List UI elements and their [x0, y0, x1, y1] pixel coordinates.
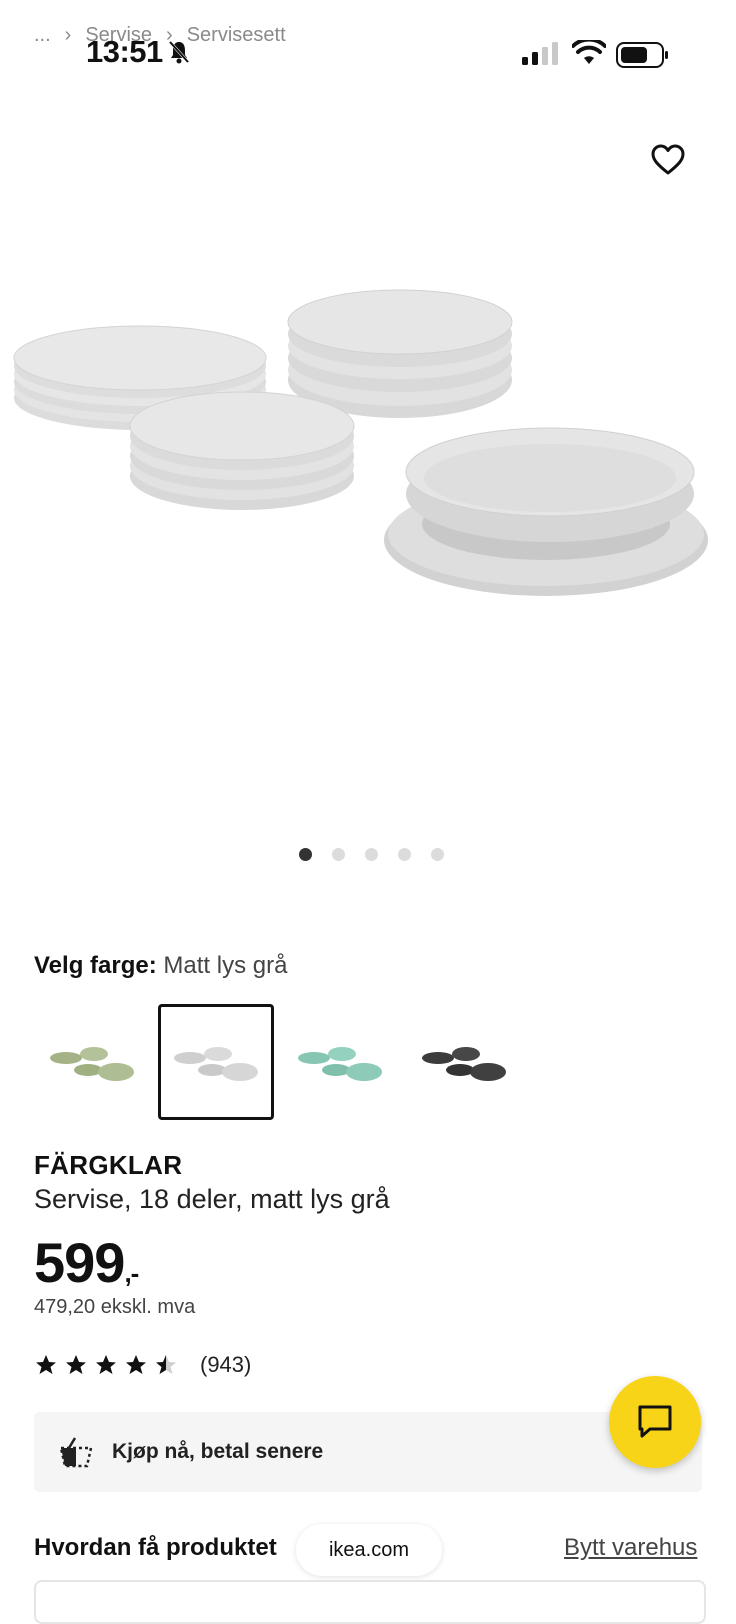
- bnpl-label: Kjøp nå, betal senere: [112, 1440, 324, 1463]
- carousel-dot[interactable]: [331, 848, 345, 861]
- heart-icon[interactable]: [650, 142, 686, 178]
- product-description: Servise, 18 deler, matt lys grå: [34, 1184, 390, 1214]
- status-time: 13:51: [86, 34, 163, 69]
- chevron-right-icon: ›: [64, 24, 72, 46]
- cellular-signal-icon: [522, 42, 558, 65]
- change-store-link[interactable]: Bytt varehus: [564, 1534, 697, 1562]
- battery-icon: [616, 42, 668, 68]
- star-icon: [66, 1355, 86, 1374]
- star-icon: [36, 1355, 56, 1374]
- breadcrumb-servisesett[interactable]: Servisesett: [187, 24, 286, 47]
- chat-icon: [638, 1405, 672, 1438]
- color-label: Velg farge:: [34, 952, 157, 979]
- fulfilment-options-box[interactable]: [34, 1580, 706, 1624]
- swatch-dark-grey[interactable]: [406, 1004, 522, 1120]
- swatch-turquoise[interactable]: [282, 1004, 398, 1120]
- swatch-turquoise-image: [298, 1047, 382, 1081]
- browser-url-bar[interactable]: ikea.com: [296, 1524, 442, 1576]
- price-amount: 599: [34, 1231, 125, 1294]
- price-suffix: ,-: [124, 1258, 139, 1288]
- color-swatches: [34, 1004, 530, 1120]
- half-star-icon: [156, 1355, 176, 1374]
- star-icon: [126, 1355, 146, 1374]
- plate-stack-middle: [129, 391, 355, 510]
- product-rating[interactable]: (943): [34, 1352, 251, 1378]
- wifi-icon: [572, 40, 606, 64]
- buy-now-pay-later-banner[interactable]: Kjøp nå, betal senere: [34, 1412, 702, 1492]
- carousel-dot[interactable]: [397, 848, 411, 861]
- chat-button[interactable]: [609, 1376, 701, 1468]
- carousel-dot[interactable]: [364, 848, 378, 861]
- swatch-light-grey[interactable]: [158, 1004, 274, 1120]
- price-ex-vat: 479,20 ekskl. mva: [34, 1296, 196, 1318]
- bowl-stack-back: [287, 289, 513, 418]
- carousel-dot[interactable]: [298, 848, 312, 861]
- basket-icon: [59, 1437, 93, 1468]
- bell-muted-icon: [168, 40, 190, 64]
- rating-count: (943): [200, 1352, 252, 1377]
- carousel-dot[interactable]: [430, 848, 444, 861]
- swatch-green[interactable]: [34, 1004, 150, 1120]
- color-value: Matt lys grå: [163, 952, 288, 979]
- product-image[interactable]: [0, 280, 736, 750]
- fulfilment-title: Hvordan få produktet: [34, 1534, 277, 1561]
- breadcrumb-ellipsis[interactable]: ...: [34, 24, 51, 47]
- product-name: FÄRGKLAR: [34, 1150, 183, 1180]
- color-selector-label: Velg farge: Matt lys grå: [34, 952, 287, 980]
- product-price: 599,-: [34, 1230, 139, 1295]
- plate-and-bowl-right: [384, 427, 708, 596]
- swatch-dark-grey-image: [422, 1047, 506, 1081]
- swatch-green-image: [50, 1047, 134, 1081]
- status-bar: ... › Servise › Servisesett 13:51: [0, 0, 736, 100]
- swatch-light-grey-image: [174, 1047, 258, 1081]
- star-icon: [96, 1355, 116, 1374]
- carousel-dots: [0, 848, 736, 864]
